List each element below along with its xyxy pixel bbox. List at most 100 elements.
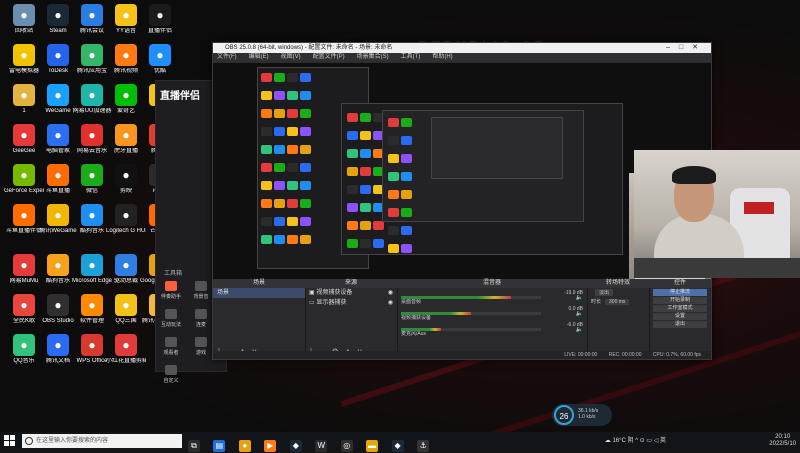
network-speed-widget[interactable]: 26 36.1 kb/s 1.0 kb/s [552,404,612,426]
obs-control-button[interactable]: 设置 [653,313,707,320]
obs-icon: ● [47,294,69,316]
preview-app-icon [360,131,371,140]
tencent-video-icon[interactable]: ▶ [264,440,277,452]
live-tool-tile[interactable]: 连麦 [190,309,212,329]
live-tool-tile[interactable]: 观看者 [160,337,182,357]
preview-app-icon [274,127,285,136]
preview-app-icon [300,217,311,226]
wps-icon: ● [81,334,103,356]
speaker-icon[interactable]: 🔈 [576,310,583,317]
obs-control-button[interactable]: 停止推流 [653,289,707,296]
sources-header: 来源 [305,279,397,288]
taskbar: 在这里输入你要搜索的内容 ⧉ ▤ ● ▶ ◆ W ◎ ▬ ◆ ⚓ ☁ 16°C … [0,432,800,452]
live-tool-label: 自定义 [163,378,179,384]
sources-dock: 来源 ▣ 视频捕获设备 ◉ ▭ 显示器捕获 ◉ ＋−⚙∧∨ [305,279,398,359]
chrome-icon[interactable]: ● [238,440,251,452]
desktop-icon[interactable]: ● 优酷 [140,44,180,84]
desktop-icon-label: 小红花直播剪辑助手 [106,358,146,364]
preview-app-icon [261,217,272,226]
file-explorer-icon[interactable]: ▤ [213,440,226,452]
obs-menu-item[interactable]: 视图(V) [281,54,301,60]
preview-nested-obs [341,103,623,255]
kugou-icon: ● [81,204,103,226]
mixer-track[interactable]: 视频捕获设备 0.0 dB 🔈 [401,306,583,321]
obs-control-button[interactable]: 退出 [653,321,707,328]
status-cpu: CPU: 0.7%, 60.00 fps [652,352,701,358]
start-button[interactable] [4,435,16,447]
desktop-icon-label: 优酷 [153,68,166,74]
obs-menu-item[interactable]: 场景集合(S) [357,54,389,60]
duration-input[interactable]: 300 ms [605,299,630,305]
obs-menu-item[interactable]: 编辑(E) [249,54,269,60]
software-manager-icon: ● [81,294,103,316]
preview-app-icon [401,244,412,253]
mixer-track[interactable]: 麦克风/Aux -6.0 dB 🔈 [401,322,583,337]
visibility-icon[interactable]: ◉ [388,289,393,297]
visibility-icon[interactable]: ◉ [388,299,393,307]
mixer-dock: 混音器 桌面音频 -19.9 dB 🔈 视频捕获设备 0.0 dB 🔈 麦克风/Aux -6.… [397,279,588,359]
scene-item[interactable]: 场景 [213,288,305,298]
steam-icon[interactable]: ◆ [289,440,302,452]
controls-dock: 控件 停止推流 开始录制 工作室模式 设置 退出 [649,279,711,359]
folder-icon[interactable]: ▬ [366,440,379,452]
live-tool-label: 背景音 [193,294,209,300]
source-label: 显示器捕获 [316,300,347,306]
maximize-icon[interactable]: □ [679,44,692,51]
obs-menu-bar: 文件(F) 编辑(E) 视图(V) 配置文件(P) 场景集合(S) 工具(T) 帮助(H) [213,53,711,62]
preview-app-icon [388,136,399,145]
obs-icon[interactable]: ◎ [340,440,353,452]
preview-app-icon [261,145,272,154]
clock[interactable]: 20:10 2022/5/10 [769,434,796,448]
obs-menu-item[interactable]: 帮助(H) [432,54,452,60]
minimize-icon[interactable]: ‒ [666,44,679,51]
transition-select[interactable]: 淡出 [587,288,649,297]
preview-app-icon [373,221,384,230]
speaker-icon[interactable]: 🔈 [576,326,583,333]
widget-gauge: 26 [554,405,574,425]
preview-app-icon [287,217,298,226]
steam-icon: ● [47,4,69,26]
live-tool-tile[interactable]: 互动玩法 [160,309,182,329]
obs-menu-item[interactable]: 配置文件(P) [313,54,345,60]
source-item[interactable]: ▣ 视频捕获设备 ◉ [305,288,397,298]
task-view-icon[interactable]: ⧉ [188,440,200,452]
pin-icon[interactable]: ⚓ [417,440,430,452]
preview-app-icon [360,185,371,194]
obs-control-button[interactable]: 工作室模式 [653,305,707,312]
preview-app-icon [347,203,358,212]
desktop-icon[interactable]: ● 小红花直播剪辑助手 [106,334,146,374]
wegame-icon[interactable]: W [315,440,328,452]
window-controls[interactable]: ‒□✕ [666,43,707,53]
transition-duration[interactable]: 时长 300 ms [587,297,649,306]
live-tool-tile[interactable]: 伴奏助手 [160,281,182,301]
volume-meter-level [401,312,471,315]
preview-app-icon [401,226,412,235]
live-tool-tile[interactable]: 背景音 [190,281,212,301]
preview-app-icon [388,244,399,253]
live-tool-tile[interactable]: 自定义 [160,365,182,385]
preview-app-icon [388,190,399,199]
obs-title-bar[interactable]: OBS 25.0.8 (64-bit, windows) - 配置文件: 未命名… [213,43,711,53]
close-icon[interactable]: ✕ [692,44,707,51]
preview-app-icon [261,181,272,190]
desktop-icon[interactable]: ● 直播伴侣 [140,4,180,44]
obs-menu-item[interactable]: 文件(F) [217,54,237,60]
preview-app-icon [287,163,298,172]
obs-menu-item[interactable]: 工具(T) [401,54,421,60]
qq-game-icon: ● [115,294,137,316]
weather[interactable]: ☁ 16°C 阴 ^ ⊙ ▭ ◁ 英 [605,438,666,445]
speaker-icon[interactable]: 🔈 [576,294,583,301]
preview-app-icon [347,167,358,176]
source-item[interactable]: ▭ 显示器捕获 ◉ [305,298,397,308]
preview-app-icon [347,149,358,158]
mixer-track[interactable]: 桌面音频 -19.9 dB 🔈 [401,290,583,305]
steam-client-icon[interactable]: ◆ [391,440,404,452]
clock-time: 20:10 [775,434,791,440]
transitions-dock: 转场特效 淡出 时长 300 ms [587,279,650,359]
mixer-track-name: 麦克风/Aux [401,331,427,337]
obs-control-button[interactable]: 开始录制 [653,297,707,304]
taskbar-search-input[interactable]: 在这里输入你要搜索的内容 [22,434,182,448]
live-tool-tile[interactable]: 游戏 [190,337,212,357]
preview-app-icon [360,149,371,158]
tool-icon [165,281,177,291]
